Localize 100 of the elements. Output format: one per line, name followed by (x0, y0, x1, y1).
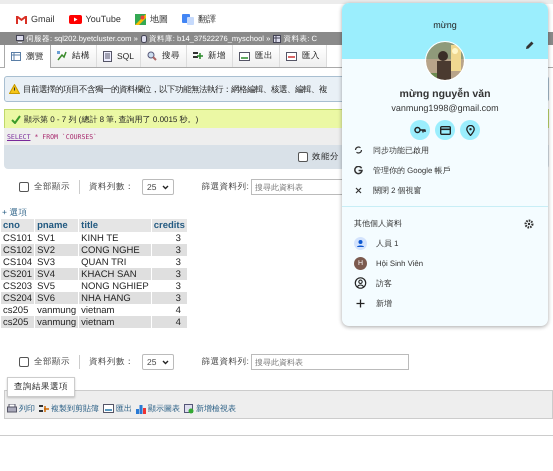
checkbox-label: 全部顯示 (34, 181, 70, 193)
tab[interactable]: 搜尋 (141, 45, 188, 67)
options-link[interactable]: + 選項 (2, 207, 553, 219)
tooltip: 查詢結果選項 (7, 377, 75, 397)
column-header[interactable]: cno (1, 219, 34, 232)
tab[interactable]: 匯入 (280, 45, 328, 67)
tab[interactable]: SQL (97, 45, 142, 67)
table-cell: SV6 (35, 292, 78, 304)
chevron-icon (162, 184, 170, 190)
table-cell-text: QUAN TRI (80, 256, 128, 268)
column-header[interactable]: title (79, 219, 151, 232)
table-cell: NHA HANG (79, 292, 151, 304)
play-icon (68, 14, 82, 24)
table-cell-text: 4 (174, 304, 182, 316)
warning-text: 目前選擇的項目不含獨一的資料欄位，以下功能無法執行：網格編輯、核選、編輯、複 (23, 84, 327, 94)
search-icon (147, 51, 158, 61)
table-cell-text: NONG NGHIEP (80, 280, 150, 292)
checkbox-label: 效能分 (312, 151, 339, 163)
rows-dropdown[interactable]: 25 (142, 179, 174, 195)
column-header[interactable]: credits (152, 219, 187, 232)
bookmark-link[interactable]: 翻譯 (182, 12, 216, 26)
table-cell: 3 (152, 244, 187, 256)
structure-icon (57, 51, 67, 61)
table-cell-text: SV5 (36, 280, 56, 292)
profile-title: mừng (433, 20, 457, 32)
bar-chart-icon (136, 404, 146, 414)
table-cell-text: SV3 (36, 256, 56, 268)
server-icon (16, 34, 24, 42)
copy-icon (39, 404, 49, 414)
key-button[interactable] (410, 120, 430, 140)
database-icon (140, 34, 147, 42)
table-cell-text: SV1 (36, 232, 56, 244)
location-pin-icon (466, 124, 474, 136)
sync-icon (354, 146, 363, 154)
column-header[interactable]: pname (35, 219, 78, 232)
table-cell: SV4 (35, 268, 78, 280)
insert-row-icon (193, 51, 204, 61)
success-text: 顯示第 0 - 7 列 (總計 8 筆, 查詢用了 0.0015 秒。) (24, 114, 198, 124)
card-button[interactable] (435, 120, 455, 140)
checkbox[interactable] (19, 182, 29, 192)
table-cell-text: 3 (174, 280, 182, 292)
add-view-icon (184, 404, 194, 414)
table-cell: cs205 (1, 316, 34, 328)
table-cell-text: 3 (174, 256, 182, 268)
checkbox[interactable] (19, 357, 29, 367)
table-cell: CONG NGHE (79, 244, 151, 256)
warning-icon (9, 84, 20, 94)
table-cell: CS201 (1, 268, 34, 280)
tab[interactable]: 瀏覽 (4, 45, 51, 68)
close-icon (354, 186, 363, 194)
table-cell: 3 (152, 268, 187, 280)
plus-icon (354, 298, 367, 308)
chevron-icon (162, 360, 170, 364)
filter-label: 篩選資料列: (201, 356, 249, 368)
table-cell: vanmung (35, 316, 78, 328)
bookmark-link[interactable]: Gmail (16, 14, 55, 24)
table-cell: SV2 (35, 244, 78, 256)
table-cell-text: vietnam (80, 304, 116, 316)
profile-email: vanmung1998@gmail.com (391, 103, 499, 113)
export-icon (239, 52, 250, 60)
tab[interactable]: 結構 (51, 45, 97, 67)
tab[interactable]: 匯出 (233, 45, 280, 67)
table-cell-text: CS203 (2, 280, 34, 292)
tab[interactable]: 新增 (187, 45, 234, 67)
document-icon (103, 50, 112, 62)
person-icon (354, 236, 367, 250)
table-cell: KHACH SAN (79, 268, 151, 280)
bookmark-link[interactable]: YouTube (68, 14, 121, 24)
map-icon (134, 14, 146, 24)
translate-icon (182, 14, 194, 24)
person-icon (354, 277, 367, 289)
rows-label: 資料列數： (89, 356, 134, 368)
mail-icon (16, 14, 27, 24)
checkbox-label: 全部顯示 (34, 356, 70, 368)
table-icon (273, 34, 282, 42)
printer-icon (7, 404, 17, 413)
card-icon (440, 126, 450, 134)
filter-label: 篩選資料列: (201, 181, 249, 193)
table-cell-text: CS104 (2, 256, 34, 268)
table-cell: 3 (152, 292, 187, 304)
rows-dropdown[interactable]: 25 (142, 354, 174, 370)
check-icon (11, 114, 21, 124)
location-button[interactable] (460, 120, 480, 140)
bookmark-link[interactable]: 地圖 (134, 12, 168, 26)
table-cell-text: KINH TE (80, 232, 120, 244)
rows-label: 資料列數： (89, 181, 134, 193)
profile-name: mừng nguyễn văn (399, 88, 491, 100)
table-cell-text: vanmung (36, 304, 78, 316)
table-cell-text: 3 (174, 232, 182, 244)
table-cell: vietnam (79, 316, 151, 328)
edit-icon[interactable] (525, 41, 534, 50)
google-icon (354, 166, 363, 174)
import-icon (286, 52, 298, 60)
filter-field[interactable]: 搜尋此資料表 (250, 354, 409, 370)
settings-icon[interactable] (524, 218, 534, 228)
table-cell-text: CS101 (2, 232, 34, 244)
checkbox[interactable] (298, 152, 308, 162)
export-icon (103, 404, 114, 413)
table-cell: CS204 (1, 292, 34, 304)
table-cell: CS102 (1, 244, 34, 256)
